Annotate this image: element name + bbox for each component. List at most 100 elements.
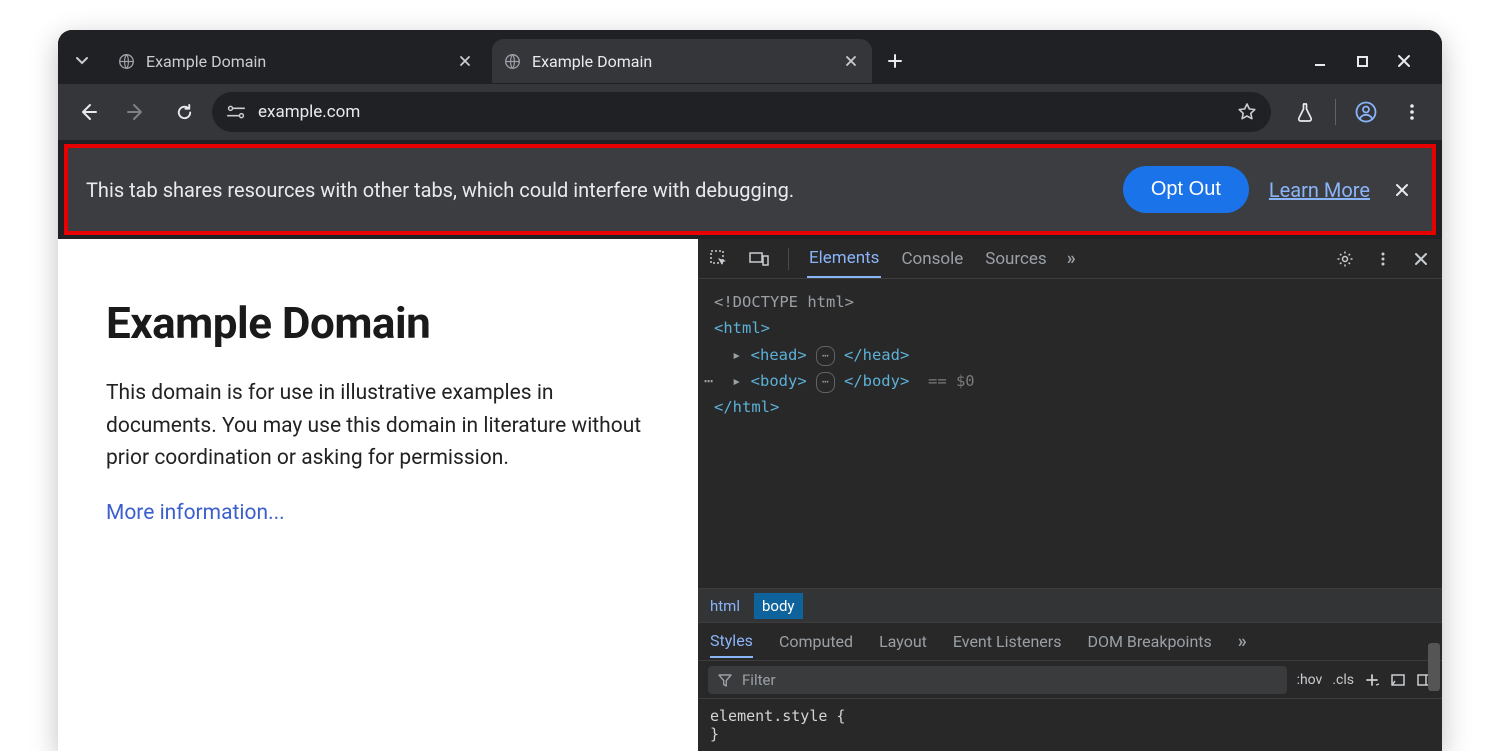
globe-icon	[504, 52, 522, 70]
ellipsis-badge-icon[interactable]: ⋯	[816, 346, 835, 367]
window-controls	[1310, 51, 1436, 71]
dom-tree[interactable]: <!DOCTYPE html> <html> ▸ <head> ⋯ </head…	[698, 279, 1442, 588]
breadcrumb-body[interactable]: body	[754, 593, 803, 619]
new-style-rule-button[interactable]	[1364, 672, 1380, 688]
devtools-settings-button[interactable]	[1334, 248, 1356, 270]
styles-tab-bar: Styles Computed Layout Event Listeners D…	[698, 622, 1442, 660]
inspect-icon	[710, 250, 728, 268]
infobar-close-button[interactable]	[1390, 178, 1414, 202]
kebab-icon	[1375, 251, 1391, 267]
scrollbar-thumb[interactable]	[1428, 643, 1440, 691]
minimize-icon	[1313, 54, 1327, 68]
maximize-button[interactable]	[1352, 51, 1372, 71]
filter-icon	[718, 673, 732, 687]
content-area: Example Domain This domain is for use in…	[58, 239, 1442, 751]
panel-icon	[1390, 672, 1406, 688]
site-settings-icon[interactable]	[226, 104, 246, 120]
devtools-tabs-overflow[interactable]: »	[1067, 248, 1078, 269]
dom-head-open[interactable]: <head>	[751, 346, 807, 364]
new-tab-button[interactable]	[878, 44, 912, 78]
kebab-icon	[1403, 103, 1421, 121]
close-icon	[1394, 182, 1410, 198]
device-toolbar-button[interactable]	[748, 248, 770, 270]
devtools-menu-button[interactable]	[1372, 248, 1394, 270]
subtab-styles[interactable]: Styles	[710, 625, 753, 658]
dom-body-open[interactable]: <body>	[751, 372, 807, 390]
devices-icon	[749, 251, 769, 267]
close-window-button[interactable]	[1394, 51, 1414, 71]
close-icon	[459, 55, 471, 67]
dom-doctype: <!DOCTYPE html>	[714, 293, 854, 311]
devtools-tab-bar: Elements Console Sources »	[698, 239, 1442, 279]
ellipsis-badge-icon[interactable]: ⋯	[816, 372, 835, 393]
hov-toggle[interactable]: :hov	[1297, 672, 1323, 688]
infobar-message: This tab shares resources with other tab…	[86, 178, 1103, 202]
styles-rules[interactable]: element.style { }	[698, 698, 1442, 751]
cls-toggle[interactable]: .cls	[1332, 672, 1354, 688]
tab-active[interactable]: Example Domain	[492, 39, 872, 83]
minimize-button[interactable]	[1310, 51, 1330, 71]
dom-selected-row[interactable]: ⋯ ▸ <body> ⋯ </body> == $0	[710, 368, 1430, 394]
subtab-layout[interactable]: Layout	[879, 632, 927, 651]
forward-button[interactable]	[116, 92, 156, 132]
tab-search-dropdown[interactable]	[64, 43, 100, 79]
menu-button[interactable]	[1392, 92, 1432, 132]
close-icon	[1414, 252, 1428, 266]
page-paragraph: This domain is for use in illustrative e…	[106, 377, 650, 475]
gear-icon	[1336, 250, 1354, 268]
tab-inactive[interactable]: Example Domain	[106, 39, 486, 83]
experiments-button[interactable]	[1285, 92, 1325, 132]
devtools-tab-elements[interactable]: Elements	[807, 240, 881, 278]
plus-icon	[887, 53, 903, 69]
tab-close-button[interactable]	[842, 52, 860, 70]
profile-button[interactable]	[1346, 92, 1386, 132]
expand-arrow-icon[interactable]: ▸	[732, 346, 751, 364]
dom-html-open[interactable]: <html>	[714, 319, 770, 337]
more-information-link[interactable]: More information...	[106, 501, 285, 525]
dom-breadcrumbs: html body	[698, 588, 1442, 622]
expand-arrow-icon[interactable]: ▸	[732, 372, 751, 390]
devtools-panel: Elements Console Sources » <!	[698, 239, 1442, 751]
filter-placeholder: Filter	[742, 671, 776, 689]
styles-filter-input[interactable]: Filter	[708, 666, 1287, 694]
page-content: Example Domain This domain is for use in…	[58, 239, 698, 751]
dom-html-close: </html>	[714, 398, 779, 416]
tab-title: Example Domain	[146, 52, 446, 71]
profile-icon	[1355, 101, 1377, 123]
close-icon	[845, 55, 857, 67]
subtab-computed[interactable]: Computed	[779, 632, 853, 651]
learn-more-link[interactable]: Learn More	[1269, 178, 1370, 202]
subtab-event-listeners[interactable]: Event Listeners	[953, 632, 1062, 651]
inspect-element-button[interactable]	[708, 248, 730, 270]
breadcrumb-html[interactable]: html	[710, 597, 740, 615]
computed-panel-button[interactable]	[1390, 672, 1406, 688]
arrow-left-icon	[78, 102, 98, 122]
dom-selection-marker: == $0	[928, 372, 975, 390]
tab-close-button[interactable]	[456, 52, 474, 70]
address-text: example.com	[258, 102, 1225, 122]
star-icon	[1237, 102, 1257, 122]
toolbar: example.com	[58, 84, 1442, 140]
tab-title: Example Domain	[532, 52, 832, 71]
dom-head-close: </head>	[844, 346, 909, 364]
selected-indicator-icon: ⋯	[704, 368, 713, 394]
arrow-right-icon	[126, 102, 146, 122]
opt-out-button[interactable]: Opt Out	[1123, 166, 1249, 213]
bookmark-button[interactable]	[1237, 102, 1257, 122]
close-icon	[1397, 54, 1411, 68]
reload-button[interactable]	[164, 92, 204, 132]
debug-resources-infobar: This tab shares resources with other tab…	[68, 148, 1432, 231]
back-button[interactable]	[68, 92, 108, 132]
address-bar[interactable]: example.com	[212, 92, 1271, 132]
globe-icon	[118, 52, 136, 70]
style-rule-close: }	[710, 725, 1430, 743]
devtools-tab-sources[interactable]: Sources	[983, 241, 1048, 277]
separator	[788, 248, 789, 270]
devtools-tab-console[interactable]: Console	[899, 241, 965, 277]
flask-icon	[1295, 102, 1315, 122]
subtabs-overflow[interactable]: »	[1238, 631, 1249, 652]
styles-filter-bar: Filter :hov .cls	[698, 660, 1442, 698]
infobar-highlight: This tab shares resources with other tab…	[64, 144, 1436, 235]
subtab-dom-breakpoints[interactable]: DOM Breakpoints	[1087, 632, 1211, 651]
devtools-close-button[interactable]	[1410, 248, 1432, 270]
